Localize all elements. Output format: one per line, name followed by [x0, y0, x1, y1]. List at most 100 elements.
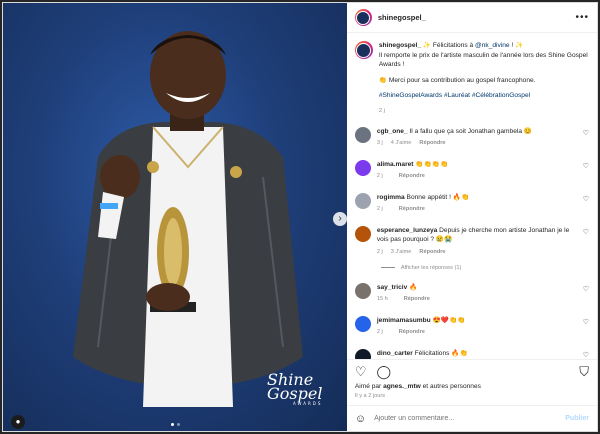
commenter-avatar[interactable]	[354, 282, 371, 299]
divider	[380, 267, 395, 269]
user-icon: ●	[15, 417, 21, 426]
commenter-avatar[interactable]	[354, 193, 371, 210]
commenter-avatar[interactable]	[354, 160, 371, 177]
comment-item: rogimma Bonne appétit ! 🔥👏 2 j Répondre ♡	[354, 193, 589, 214]
comment-likes[interactable]: 4 J'aime	[391, 140, 412, 148]
emoji-icon[interactable]: ☺	[355, 413, 366, 425]
comment-age: 15 h	[376, 295, 388, 302]
post-side-panel: shinegospel_ ••• shinegospel_ ✨ Félicita…	[346, 3, 597, 431]
reply-button[interactable]: Répondre	[404, 296, 430, 304]
caption-avatar[interactable]	[354, 41, 373, 59]
caption-hashtags[interactable]: #ShineGospelAwards #Lauréat #Célébration…	[379, 91, 589, 101]
caption-username[interactable]: shinegospel_	[379, 42, 421, 49]
post-header: shinegospel_ •••	[346, 3, 597, 33]
comments-scroll[interactable]: shinegospel_ ✨ Félicitations à @nk_divin…	[347, 33, 597, 359]
comment-body: rogimma Bonne appétit ! 🔥👏 2 j Répondre	[377, 193, 577, 214]
logo-line-gospel: Gospel	[267, 384, 323, 404]
likes-prefix: Aimé par	[354, 383, 384, 390]
view-replies-label[interactable]: Afficher les réponses (1)	[401, 265, 462, 271]
commenter-username[interactable]: jemimamasumbu	[377, 317, 431, 324]
comment-text: Il a fallu que ça soit Jonathan gambela …	[409, 128, 533, 136]
carousel-dot	[177, 423, 180, 426]
view-replies-button[interactable]: Afficher les réponses (1)	[380, 265, 589, 271]
caption-age: 2 j	[378, 107, 385, 114]
comment-age: 2 j	[376, 206, 383, 213]
caption: shinegospel_ ✨ Félicitations à @nk_divin…	[354, 41, 589, 115]
comment-body: cgb_one_ Il a fallu que ça soit Jonathan…	[377, 127, 577, 148]
comment-actions: 2 j Répondre	[377, 173, 577, 181]
caption-line-2: Il remporte le prix de l'artiste masculi…	[378, 51, 588, 69]
tagged-users-button[interactable]: ●	[11, 415, 25, 429]
commenter-username[interactable]: dino_carter	[377, 350, 413, 357]
heart-icon[interactable]: ♡	[355, 365, 367, 378]
comment-item: cgb_one_ Il a fallu que ça soit Jonathan…	[354, 127, 589, 148]
comment-actions: 2 j Répondre	[377, 329, 577, 337]
heart-icon[interactable]: ♡	[583, 195, 589, 203]
comment-item: say_triciv 🔥 15 h Répondre ♡	[354, 282, 589, 304]
caption-text: shinegospel_ ✨ Félicitations à @nk_divin…	[379, 41, 589, 115]
comment-input[interactable]	[374, 415, 558, 422]
bookmark-icon[interactable]: ⛉	[579, 365, 589, 378]
comment-body: say_triciv 🔥 15 h Répondre	[377, 283, 577, 304]
more-options-icon[interactable]: •••	[575, 12, 589, 23]
commenter-avatar[interactable]	[354, 127, 371, 144]
comment-text: Bonne appétit ! 🔥👏	[406, 194, 470, 202]
caption-mention[interactable]: @nk_divine	[475, 42, 510, 49]
commenter-avatar[interactable]	[354, 348, 371, 359]
comment-text: 👏👏👏👏	[415, 161, 449, 169]
logo-line-awards: AWARDS	[293, 400, 323, 406]
chevron-right-icon: ›	[338, 213, 342, 224]
comment-text: 😍❤️👏👏	[432, 316, 466, 324]
comment-item: esperance_lunzeya Depuis je cherche mon …	[354, 226, 589, 256]
likes-suffix[interactable]: et autres personnes	[421, 383, 481, 390]
author-avatar[interactable]	[354, 9, 372, 26]
commenter-avatar[interactable]	[354, 226, 371, 243]
comment-actions: 3 j 4 J'aime Répondre	[377, 140, 577, 148]
comment-actions: 2 j 3 J'aime Répondre	[377, 249, 577, 257]
heart-icon[interactable]: ♡	[583, 162, 589, 170]
action-bar: ♡ ◯ ⛉	[346, 359, 597, 383]
comment-body: esperance_lunzeya Depuis je cherche mon …	[377, 226, 577, 256]
reply-button[interactable]: Répondre	[419, 249, 445, 257]
comment-age: 2 j	[376, 248, 383, 255]
commenter-username[interactable]: esperance_lunzeya	[377, 227, 437, 234]
heart-icon[interactable]: ♡	[583, 351, 589, 359]
comment-age: 3 j	[376, 140, 383, 147]
commenter-username[interactable]: cgb_one_	[377, 128, 408, 135]
comment-actions: 2 j Répondre	[377, 206, 577, 214]
comment-body: jemimamasumbu 😍❤️👏👏 2 j Répondre	[377, 316, 577, 337]
comment-item: jemimamasumbu 😍❤️👏👏 2 j Répondre ♡	[354, 315, 589, 337]
reply-button[interactable]: Répondre	[419, 140, 445, 148]
comment-text: Félicitations 🔥👏	[414, 349, 468, 357]
publish-button[interactable]: Publier	[565, 415, 589, 422]
caption-line-1-end: ! ✨	[509, 42, 524, 49]
comment-age: 2 j	[376, 173, 383, 180]
carousel-dot	[171, 423, 174, 426]
commenter-avatar[interactable]	[354, 315, 371, 332]
heart-icon[interactable]: ♡	[583, 228, 589, 236]
post-media[interactable]: Shine Gospel AWARDS › ●	[3, 3, 347, 431]
commenter-username[interactable]: alima.maret	[377, 161, 414, 168]
next-media-button[interactable]: ›	[333, 212, 347, 226]
commenter-username[interactable]: rogimma	[377, 194, 405, 201]
heart-icon[interactable]: ♡	[583, 285, 589, 293]
reply-button[interactable]: Répondre	[399, 329, 425, 337]
comment-likes[interactable]: 3 J'aime	[391, 249, 412, 257]
comment-item: alima.maret 👏👏👏👏 2 j Répondre ♡	[354, 160, 589, 181]
app-frame: Shine Gospel AWARDS › ● shinegospel_ •••…	[0, 0, 600, 434]
commenter-username[interactable]: say_triciv	[377, 284, 407, 291]
carousel-indicator	[171, 423, 180, 426]
reply-button[interactable]: Répondre	[399, 173, 425, 181]
author-username[interactable]: shinegospel_	[378, 13, 426, 22]
caption-line-3: 👏 Merci pour sa contribution au gospel f…	[378, 76, 536, 84]
heart-icon[interactable]: ♡	[583, 318, 589, 326]
heart-icon[interactable]: ♡	[583, 129, 589, 137]
award-photo	[73, 31, 303, 407]
comment-icon[interactable]: ◯	[377, 365, 392, 378]
reply-button[interactable]: Répondre	[399, 206, 425, 214]
comments-list: cgb_one_ Il a fallu que ça soit Jonathan…	[354, 127, 589, 359]
likes-user[interactable]: agnes._mtw	[383, 383, 421, 390]
comment-actions: 15 h Répondre	[377, 296, 577, 304]
post-timestamp: Il y a 2 jours	[354, 393, 386, 399]
comment-text: 🔥	[409, 283, 418, 291]
